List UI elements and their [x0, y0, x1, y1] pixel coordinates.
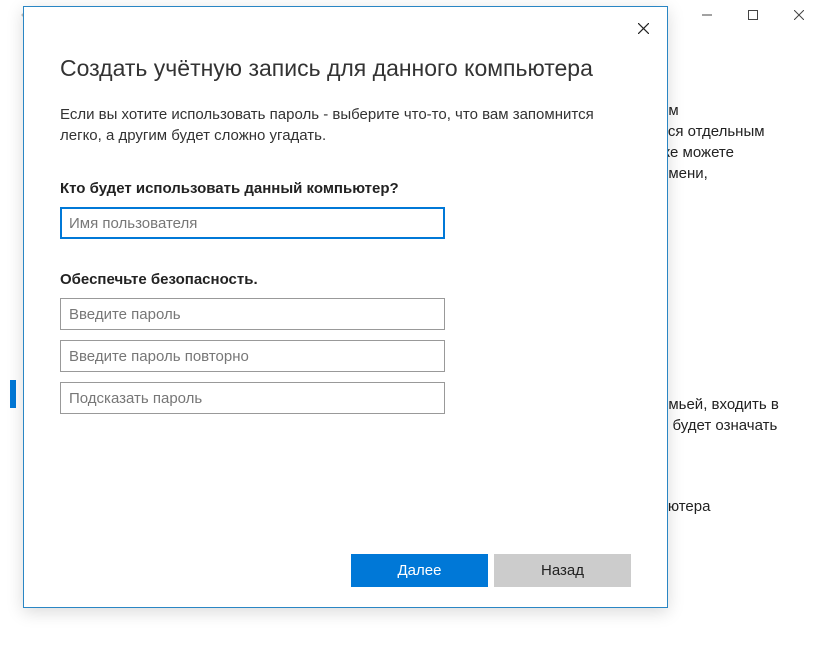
password-hint-input[interactable] [60, 382, 445, 414]
dialog-footer: Далее Назад [60, 554, 631, 589]
section-security: Обеспечьте безопасность. [60, 271, 631, 288]
bg-text-line: е будет означать [660, 415, 822, 436]
username-input[interactable] [60, 207, 445, 239]
window-controls [684, 0, 822, 30]
dialog-close-button[interactable] [625, 13, 661, 43]
create-account-dialog: Создать учётную запись для данного компь… [23, 6, 668, 608]
bg-text-line: ься отдельным [660, 121, 822, 142]
bg-text-line: емени, [660, 163, 822, 184]
next-button[interactable]: Далее [351, 554, 488, 587]
bg-text-line: ьютера [660, 496, 822, 517]
bg-content-fragments: им ься отдельным же можете емени, емьей,… [660, 100, 822, 517]
dialog-description: Если вы хотите использовать пароль - выб… [60, 104, 620, 146]
maximize-button[interactable] [730, 0, 776, 30]
close-button[interactable] [776, 0, 822, 30]
bg-text-line: емьей, входить в [660, 394, 822, 415]
sidebar-active-mark [10, 380, 16, 408]
bg-text-line: же можете [660, 142, 822, 163]
minimize-button[interactable] [684, 0, 730, 30]
bg-text-line: им [660, 100, 822, 121]
section-who-uses: Кто будет использовать данный компьютер? [60, 180, 631, 197]
back-button[interactable]: Назад [494, 554, 631, 587]
dialog-title: Создать учётную запись для данного компь… [60, 55, 631, 82]
password-confirm-input[interactable] [60, 340, 445, 372]
password-input[interactable] [60, 298, 445, 330]
